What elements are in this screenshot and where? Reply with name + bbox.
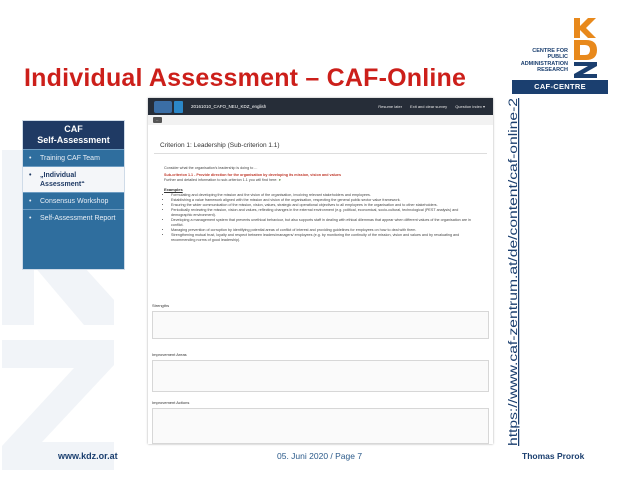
panel-item-consensus-workshop: Consensus Workshop (23, 192, 124, 209)
improvement-areas-label: Improvement Areas (152, 352, 187, 357)
strengths-label: Strengths (152, 303, 170, 308)
info-link-icon[interactable]: ➤ (278, 178, 281, 182)
improvement-actions-section: Improvement Actions (152, 400, 489, 444)
logo-line-4: RESEARCH (537, 67, 568, 74)
panel-header: CAF Self-Assessment (23, 121, 124, 149)
further-info-label: Further and detailed information to sub-… (164, 178, 278, 182)
caf-online-url-link[interactable]: https://www.caf-zentrum.at/de/content/ca… (497, 92, 523, 450)
improvement-actions-textarea[interactable] (152, 408, 489, 444)
app-logo-icon (154, 100, 172, 113)
resume-later-link[interactable]: Resume later (378, 104, 402, 109)
strengths-textarea[interactable] (152, 311, 489, 339)
footer-date-page: 05. Juni 2020 / Page 7 (277, 451, 363, 461)
example-item: Periodically reviewing the mission, visi… (171, 208, 477, 218)
example-item: Developing a management system that prev… (171, 218, 477, 228)
caf-self-assessment-panel: CAF Self-Assessment Training CAF Team „I… (22, 120, 125, 270)
panel-item-self-assessment-report: Self-Assessment Report (23, 209, 124, 226)
survey-app-bar: 20161010_CAFO_NEU_KDZ_english Resume lat… (148, 98, 493, 115)
slide-title: Individual Assessment – CAF-Online (24, 64, 467, 92)
question-content: Consider what the organisation's leaders… (164, 166, 477, 243)
improvement-areas-section: Improvement Areas (152, 352, 489, 392)
panel-item-training: Training CAF Team (23, 149, 124, 166)
kdz-mini-logo-icon (174, 100, 183, 113)
improvement-areas-textarea[interactable] (152, 360, 489, 392)
panel-item-individual-assessment: „Individual Assessment“ (23, 166, 124, 192)
improvement-actions-label: Improvement Actions (152, 400, 190, 405)
panel-header-line-2: Self-Assessment (37, 135, 110, 145)
further-info-text: Further and detailed information to sub-… (164, 178, 477, 183)
survey-title: 20161010_CAFO_NEU_KDZ_english (191, 104, 267, 109)
strengths-section: Strengths (152, 303, 489, 339)
panel-header-line-1: CAF (64, 124, 83, 134)
intro-text: Consider what the organisation's leaders… (164, 166, 258, 170)
survey-sub-bar: ← (148, 115, 493, 125)
examples-label: Examples (164, 187, 183, 192)
example-item: Strengthening mutual trust, loyalty and … (171, 233, 477, 243)
caf-centre-badge: CAF-CENTRE (512, 80, 608, 94)
divider (154, 153, 487, 154)
examples-list: Formulating and developing the mission a… (164, 193, 477, 243)
kdz-logo-icon (572, 16, 600, 80)
logo-text: CENTRE FOR PUBLIC ADMINISTRATION RESEARC… (512, 48, 568, 74)
caf-online-screenshot: 20161010_CAFO_NEU_KDZ_english Resume lat… (148, 98, 493, 444)
footer-website: www.kdz.or.at (58, 451, 118, 461)
criterion-title: Criterion 1: Leadership (Sub-criterion 1… (160, 142, 280, 149)
footer-author: Thomas Prorok (522, 451, 585, 461)
question-index-menu[interactable]: Question index ▾ (455, 104, 485, 109)
kdz-logo: CENTRE FOR PUBLIC ADMINISTRATION RESEARC… (512, 14, 608, 98)
back-icon[interactable]: ← (153, 117, 162, 123)
url-text[interactable]: https://www.caf-zentrum.at/de/content/ca… (506, 98, 520, 446)
exit-clear-survey-link[interactable]: Exit and clear survey (410, 104, 447, 109)
